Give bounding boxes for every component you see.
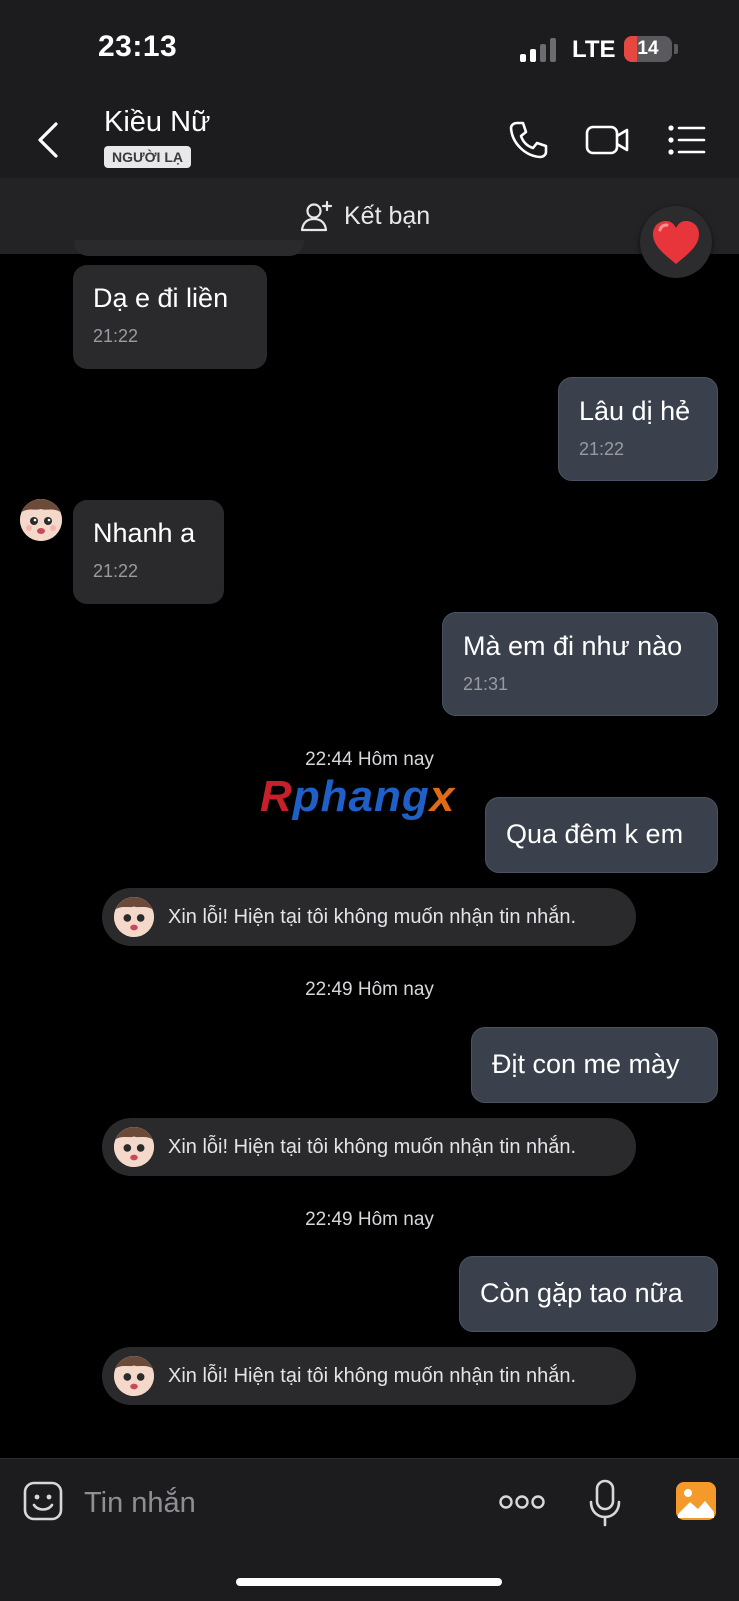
- battery-level: 14: [637, 38, 659, 59]
- message-bubble-clipped: [74, 240, 304, 256]
- message-bubble-incoming[interactable]: Nhanh a 21:22: [73, 500, 224, 604]
- message-time: 21:31: [463, 674, 509, 694]
- phone-icon[interactable]: [506, 118, 550, 162]
- photo-gallery-icon[interactable]: [674, 1480, 718, 1522]
- notice-avatar: [114, 1356, 154, 1396]
- date-separator: 22:44 Hôm nay: [305, 749, 434, 770]
- more-options-icon[interactable]: [498, 1490, 546, 1514]
- message-text: Dạ e đi liền: [93, 283, 229, 313]
- date-separator: 22:49 Hôm nay: [305, 1209, 434, 1230]
- message-text: Nhanh a: [93, 518, 196, 548]
- message-bubble-outgoing[interactable]: Địt con me mày: [471, 1027, 718, 1103]
- avatar-face-icon: [114, 1356, 154, 1396]
- message-bubble-incoming[interactable]: Dạ e đi liền 21:22: [73, 265, 267, 369]
- message-text: Địt con me mày: [492, 1049, 680, 1079]
- date-separator: 22:49 Hôm nay: [305, 979, 434, 1000]
- video-call-icon[interactable]: [584, 118, 630, 162]
- message-text: Lâu dị hẻ: [579, 396, 691, 426]
- back-icon[interactable]: [34, 118, 64, 162]
- avatar-face-icon: [20, 499, 62, 541]
- message-text: Còn gặp tao nữa: [480, 1278, 683, 1308]
- message-text: Mà em đi như nào: [463, 631, 683, 661]
- notice-text: Xin lỗi! Hiện tại tôi không muốn nhận ti…: [168, 1364, 577, 1387]
- notice-avatar: [114, 1127, 154, 1167]
- message-time: 21:22: [93, 561, 139, 581]
- watermark-logo: Rphangx: [260, 772, 456, 821]
- message-bubble-outgoing[interactable]: Qua đêm k em: [485, 797, 718, 873]
- message-text: Qua đêm k em: [506, 819, 684, 849]
- message-bubble-outgoing[interactable]: Còn gặp tao nữa: [459, 1256, 718, 1332]
- avatar-face-icon: [114, 1127, 154, 1167]
- network-type: LTE: [572, 36, 616, 63]
- notice-text: Xin lỗi! Hiện tại tôi không muốn nhận ti…: [168, 905, 577, 928]
- auto-reply-notice: Xin lỗi! Hiện tại tôi không muốn nhận ti…: [102, 1347, 636, 1405]
- notice-avatar: [114, 897, 154, 937]
- contact-name[interactable]: Kiều Nữ: [104, 106, 210, 139]
- heart-icon: [653, 221, 699, 264]
- contact-avatar[interactable]: [20, 499, 62, 541]
- notice-text: Xin lỗi! Hiện tại tôi không muốn nhận ti…: [168, 1135, 577, 1158]
- add-friend-label: Kết bạn: [344, 201, 431, 230]
- battery-cap: [674, 44, 678, 54]
- menu-list-icon[interactable]: [666, 118, 708, 162]
- home-indicator: [236, 1578, 502, 1586]
- stranger-badge: NGƯỜI LẠ: [104, 146, 191, 168]
- message-time: 21:22: [579, 439, 625, 459]
- sticker-emoji-icon[interactable]: [22, 1480, 64, 1522]
- add-friend-button[interactable]: Kết bạn: [300, 200, 430, 232]
- signal-icon: [520, 38, 560, 62]
- heart-reaction-button[interactable]: [640, 206, 712, 278]
- avatar-face-icon: [114, 897, 154, 937]
- status-time: 23:13: [98, 30, 178, 63]
- auto-reply-notice: Xin lỗi! Hiện tại tôi không muốn nhận ti…: [102, 888, 636, 946]
- message-bubble-outgoing[interactable]: Mà em đi như nào 21:31: [442, 612, 718, 716]
- auto-reply-notice: Xin lỗi! Hiện tại tôi không muốn nhận ti…: [102, 1118, 636, 1176]
- battery-icon: 14: [624, 36, 672, 62]
- message-bubble-outgoing[interactable]: Lâu dị hẻ 21:22: [558, 377, 718, 481]
- add-user-icon: [300, 200, 333, 232]
- message-time: 21:22: [93, 326, 139, 346]
- message-input[interactable]: [82, 1482, 466, 1524]
- microphone-icon[interactable]: [588, 1478, 622, 1528]
